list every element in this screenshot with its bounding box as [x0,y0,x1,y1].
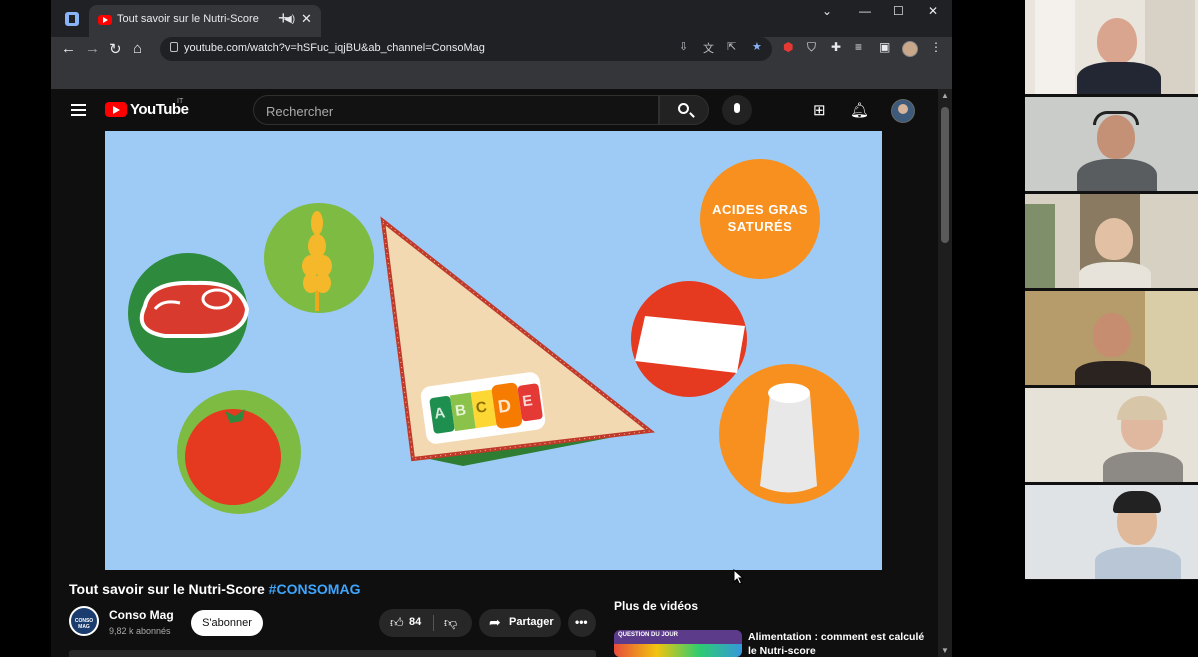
notifications-bell-icon[interactable]: 🔔︎ [850,101,869,119]
bookmark-star-icon[interactable]: ★ [752,40,762,53]
tab-search-icon[interactable] [65,12,79,26]
video-call-participants [1025,0,1198,580]
recommended-title[interactable]: Alimentation : comment est calculé le Nu… [748,630,928,657]
subscriber-count: 9,82 k abonnés [109,626,171,636]
more-videos-heading: Plus de vidéos [614,599,699,613]
address-bar[interactable]: youtube.com/watch?v=hSFuc_iqjBU&ab_chann… [160,37,772,61]
extension-adblock-icon[interactable]: ⬢ [783,40,793,54]
screen: Tout savoir sur le Nutri-Score ◀) ✕ + ⌄ … [0,0,1198,657]
thumb-down-icon: 👎︎ [444,615,458,630]
reload-icon[interactable]: ↻ [109,40,122,58]
hamburger-menu-icon[interactable] [71,104,86,116]
youtube-logo-icon[interactable] [105,102,127,117]
nutriscore-letter-a: A [433,404,447,423]
search-icon [678,103,689,114]
browser-window: Tout savoir sur le Nutri-Score ◀) ✕ + ⌄ … [51,0,952,657]
search-input[interactable] [266,102,646,120]
extensions-puzzle-icon[interactable]: ✚ [831,40,841,54]
participant-tile-6[interactable] [1025,485,1198,579]
scroll-up-icon[interactable]: ▲ [941,91,949,100]
participant-tile-5[interactable] [1025,388,1198,482]
browser-toolbar: ← → ↻ ⌂ youtube.com/watch?v=hSFuc_iqjBU&… [51,37,952,89]
participant-tile-3[interactable] [1025,194,1198,288]
scroll-down-icon[interactable]: ▼ [941,646,949,655]
tab-strip: Tout savoir sur le Nutri-Score ◀) ✕ + ⌄ … [51,0,952,37]
like-button[interactable]: 👍︎ 84 [379,609,433,637]
share-button[interactable]: ➦ Partager [479,609,561,637]
close-tab-icon[interactable]: ✕ [301,11,312,27]
minimize-button[interactable]: — [859,4,871,18]
participant-tile-2[interactable] [1025,97,1198,191]
voice-search-button[interactable] [722,95,752,125]
media-queue-icon[interactable]: ≡ [855,40,862,54]
participant-tile-4[interactable] [1025,291,1198,385]
home-icon[interactable]: ⌂ [133,40,142,57]
like-count: 84 [409,616,422,628]
create-video-icon[interactable]: ⊞ [813,101,826,119]
video-title-text: Tout savoir sur le Nutri-Score [69,581,265,597]
thumbnail-text: QUESTION DU JOUR [618,632,679,638]
translate-icon[interactable]: 文 [703,40,714,56]
description-box[interactable] [69,650,596,657]
nutriscore-letter-e: E [521,392,534,411]
subscribe-button[interactable]: S'abonner [191,610,263,636]
scrollbar-thumb[interactable] [941,107,949,243]
recommended-thumbnail[interactable]: QUESTION DU JOUR [614,630,742,657]
youtube-account-avatar[interactable] [891,99,915,123]
hashtag-link[interactable]: #CONSOMAG [269,581,361,597]
thumb-up-icon: 👍︎ [390,615,404,630]
acides-gras-text: ACIDES GRAS SATURÉS [712,202,808,234]
video-title: Tout savoir sur le Nutri-Score #CONSOMAG [69,581,360,597]
channel-avatar-text: CONSO MAG [74,618,94,630]
mouse-cursor-icon [733,569,745,585]
back-arrow-icon[interactable]: ← [61,40,76,57]
page-scrollbar[interactable]: ▲ ▼ [938,89,952,657]
microphone-icon [734,103,740,113]
like-dislike-group: 👍︎ 84 👎︎ [379,609,472,637]
participant-tile-1[interactable] [1025,0,1198,94]
more-dots-icon: ••• [575,615,588,629]
nutriscore-letter-d: D [496,395,513,417]
share-arrow-icon: ➦ [489,614,501,630]
url-text[interactable]: youtube.com/watch?v=hSFuc_iqjBU&ab_chann… [184,42,485,54]
close-window-button[interactable]: ✕ [928,4,938,18]
youtube-favicon-icon [98,15,112,25]
lock-icon[interactable] [170,42,178,52]
more-actions-button[interactable]: ••• [568,609,596,637]
country-code: IT [177,98,184,105]
thumbnail-band [614,644,742,657]
maximize-button[interactable]: ☐ [893,4,904,18]
nutriscore-letter-b: B [454,401,468,420]
share-page-icon[interactable]: ⇱ [727,40,736,53]
channel-avatar[interactable]: CONSO MAG [69,606,99,636]
share-label: Partager [509,616,554,628]
profile-avatar[interactable] [902,41,918,57]
dislike-button[interactable]: 👎︎ [434,609,472,637]
new-tab-button[interactable]: + [278,8,289,28]
video-player[interactable]: ACIDES GRAS SATURÉS ABCDE [105,131,882,570]
sandwich-illustration [380,216,656,466]
nutriscore-letter-c: C [474,398,488,417]
install-icon[interactable]: ⇩ [679,40,688,53]
extension-shield-icon[interactable]: ⛉ [807,40,816,55]
youtube-header: YouTube IT ⊞ 🔔︎ [51,89,938,131]
tab-list-chevron-icon[interactable]: ⌄ [822,4,832,18]
search-button[interactable] [659,95,709,125]
tab-title: Tout savoir sur le Nutri-Score [117,13,259,25]
side-panel-icon[interactable]: ▣ [879,40,890,54]
channel-name[interactable]: Conso Mag [109,608,174,622]
menu-kebab-icon[interactable]: ⋮ [930,40,942,54]
forward-arrow-icon[interactable]: → [85,40,100,57]
search-box[interactable] [253,95,659,125]
